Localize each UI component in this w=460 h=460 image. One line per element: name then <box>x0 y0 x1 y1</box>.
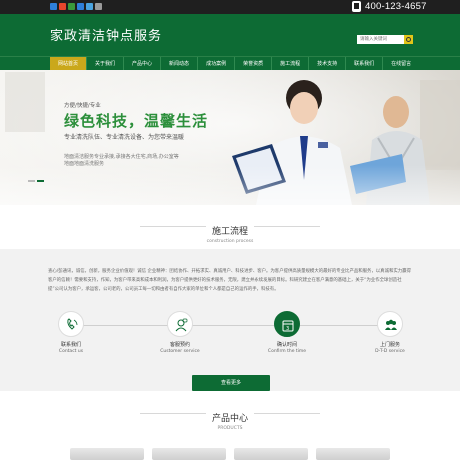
product-thumbnail[interactable] <box>316 448 390 460</box>
step-label: 联系我们 <box>60 342 81 348</box>
search-button[interactable] <box>404 35 413 44</box>
products-section-title: 产品中心 PRODUCTS <box>0 406 460 431</box>
product-thumbnail[interactable] <box>70 448 144 460</box>
phone-number: 400-123-4657 <box>365 1 427 12</box>
nav-item[interactable]: 新闻动态 <box>160 57 197 71</box>
social-icons <box>50 3 102 10</box>
step-confirm-time[interactable]: 3 确认时间 Confirm the time <box>247 311 327 354</box>
nav-item[interactable]: 施工流程 <box>271 57 308 71</box>
main-nav: 网站首页 关于我们 产品中心 新闻动态 成功案例 荣誉资质 施工流程 技术支持 联系我们 在线留言 <box>0 56 460 71</box>
step-contact-us[interactable]: 联系我们 Contact us <box>31 311 111 354</box>
weibo-icon[interactable] <box>59 3 66 10</box>
product-thumbnail[interactable] <box>234 448 308 460</box>
nav-item[interactable]: 荣誉资质 <box>234 57 271 71</box>
nav-item[interactable]: 联系我们 <box>345 57 382 71</box>
tencent-weibo-icon[interactable] <box>86 3 93 10</box>
banner-subtitle: 专业清洗队伍、专业清洗设备、为您带来温暖 <box>64 134 185 141</box>
slider-dot-active[interactable] <box>37 180 44 182</box>
step-label-en: D-T-D service <box>375 349 405 354</box>
svg-text:3: 3 <box>286 326 289 332</box>
nav-item[interactable]: 网站首页 <box>50 57 87 71</box>
step-label: 确认时间 <box>276 342 297 348</box>
customer-service-icon <box>167 311 193 337</box>
banner-headline: 绿色科技，温馨生活 <box>64 112 209 130</box>
process-title: 施工流程 <box>205 224 254 237</box>
slider-dot[interactable] <box>28 180 35 182</box>
nav-item[interactable]: 技术支持 <box>308 57 345 71</box>
step-label: 上门服务 <box>379 342 400 348</box>
step-customer-service[interactable]: 客服预约 Customer service <box>140 311 220 354</box>
phone-icon <box>352 1 361 12</box>
search-input[interactable] <box>357 35 404 44</box>
share-icon[interactable] <box>95 3 102 10</box>
slider-dots <box>28 180 44 182</box>
hotline: 400-123-4657 <box>352 1 427 12</box>
wechat-icon[interactable] <box>68 3 75 10</box>
qq-icon[interactable] <box>50 3 57 10</box>
products-title: 产品中心 <box>205 411 254 424</box>
process-intro: 查心/彭通讯，诚信，创新，服务企业价值观！诚信 企业精神：团结协作、开拓求实、真… <box>48 269 411 292</box>
step-label: 客服预约 <box>169 342 190 348</box>
step-label-en: Customer service <box>160 349 200 354</box>
site-header: 家政清洁钟点服务 <box>0 14 460 56</box>
steps-connector <box>71 325 391 326</box>
nav-item[interactable]: 成功案例 <box>197 57 234 71</box>
products-subtitle: PRODUCTS <box>217 426 243 431</box>
banner-tagline: 方便/快捷/专业 <box>64 103 101 109</box>
nav-item[interactable]: 在线留言 <box>382 57 419 71</box>
site-title[interactable]: 家政清洁钟点服务 <box>50 25 162 44</box>
banner-fade <box>0 165 460 205</box>
team-icon <box>377 311 403 337</box>
process-subtitle: construction process <box>206 239 254 244</box>
view-more-button[interactable]: 查看更多 <box>192 375 270 391</box>
step-door-to-door[interactable]: 上门服务 D-T-D service <box>350 311 430 354</box>
nav-item[interactable]: 关于我们 <box>86 57 123 71</box>
renren-icon[interactable] <box>77 3 84 10</box>
step-label-en: Confirm the time <box>267 349 307 354</box>
calendar-icon: 3 <box>274 311 300 337</box>
product-thumbnails <box>70 448 390 460</box>
process-section: 查心/彭通讯，诚信，创新，服务企业价值观！诚信 企业精神：团结协作、开拓求实、真… <box>0 249 460 391</box>
hero-banner: 方便/快捷/专业 绿色科技，温馨生活 专业清洗队伍、专业清洗设备、为您带来温暖 … <box>0 70 460 205</box>
top-bar: 400-123-4657 <box>0 0 460 14</box>
phone-hand-icon <box>58 311 84 337</box>
banner-description: 地面清洁服务专业承接,承接各大住宅,商场,办公室等 地面地面清洗服务 <box>64 154 179 167</box>
nav-item[interactable]: 产品中心 <box>123 57 160 71</box>
search-box <box>357 35 413 44</box>
step-label-en: Contact us <box>58 349 84 354</box>
process-section-title: 施工流程 construction process <box>0 219 460 244</box>
product-thumbnail[interactable] <box>152 448 226 460</box>
